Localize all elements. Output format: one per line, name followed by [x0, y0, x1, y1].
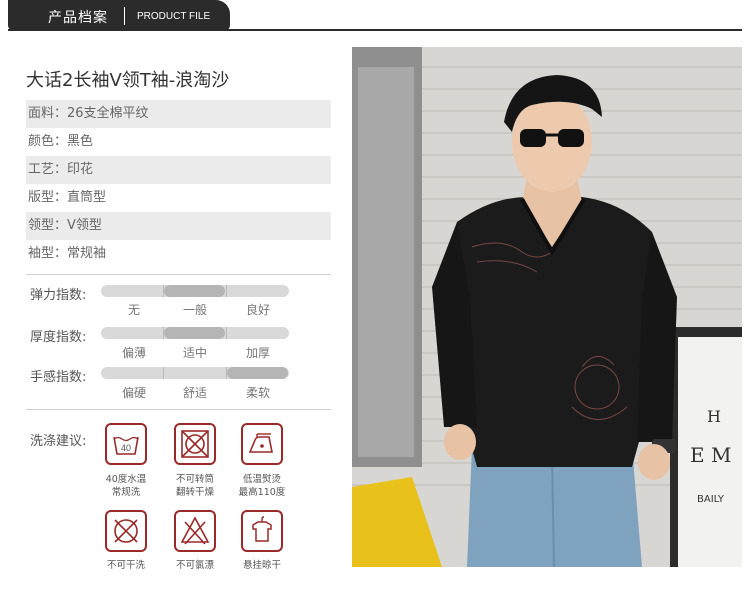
- spec-sleeve: 袖型：常规袖: [28, 246, 107, 261]
- scale-tick: [226, 327, 227, 339]
- texture-label: 手感指数:: [30, 370, 87, 385]
- section-title: 产品档案: [48, 10, 108, 26]
- scale-tick: [226, 285, 227, 297]
- caption-line: 悬挂晾干: [242, 560, 281, 571]
- caption-line: 翻转干燥: [175, 487, 214, 498]
- iron-low-icon: [241, 423, 283, 465]
- caption-line: 不可转筒: [175, 474, 214, 485]
- elasticity-option-none: 无: [127, 303, 140, 317]
- section-subtitle: PRODUCT FILE: [137, 11, 211, 22]
- spec-fabric: 面料：26支全棉平纹: [26, 100, 331, 128]
- hang-dry-caption: 悬挂晾干: [227, 559, 297, 572]
- elasticity-option-good: 良好: [245, 303, 270, 317]
- spec-collar: 领型：V领型: [26, 212, 331, 240]
- model-illustration: H E M BAILY: [352, 47, 742, 567]
- thickness-option-thick: 加厚: [245, 346, 270, 360]
- elasticity-scale: [101, 285, 289, 297]
- caption-line: 40度水温: [105, 474, 147, 485]
- caption-line: 不可氯漂: [175, 560, 214, 571]
- spec-craft: 工艺：印花: [26, 156, 331, 184]
- wash-temp-number: 40: [121, 443, 131, 453]
- header-separator: [124, 7, 125, 25]
- spec-color: 颜色：黑色: [28, 134, 94, 149]
- elasticity-label: 弹力指数:: [30, 288, 87, 303]
- divider-bottom: [26, 409, 331, 410]
- caption-line: 不可干洗: [106, 560, 145, 571]
- texture-option-soft: 柔软: [245, 386, 270, 400]
- thickness-scale: [101, 327, 289, 339]
- scale-tick: [163, 367, 164, 379]
- wash-40-caption: 40度水温 常规洗: [91, 473, 161, 499]
- sign-text: E M: [690, 443, 731, 467]
- iron-low-caption: 低温熨烫 最高110度: [227, 473, 297, 499]
- sign-text: BAILY: [697, 494, 725, 505]
- caption-line: 最高110度: [238, 487, 286, 498]
- divider-top: [26, 274, 331, 275]
- thickness-option-thin: 偏薄: [121, 346, 146, 360]
- spec-fit: 版型：直筒型: [28, 190, 107, 205]
- thickness-label: 厚度指数:: [30, 330, 87, 345]
- elasticity-option-normal: 一般: [182, 303, 207, 317]
- section-header: 产品档案 PRODUCT FILE: [8, 0, 230, 31]
- texture-option-hard: 偏硬: [121, 386, 146, 400]
- elasticity-indicator: [164, 285, 225, 297]
- texture-scale: [101, 367, 289, 379]
- no-dry-clean-caption: 不可干洗: [91, 559, 161, 572]
- caption-line: 低温熨烫: [242, 474, 281, 485]
- wash-40-icon: 40: [105, 423, 147, 465]
- texture-indicator: [227, 367, 288, 379]
- spec-list: 面料：26支全棉平纹 颜色：黑色 工艺：印花 版型：直筒型 领型：V领型 袖型：…: [26, 100, 331, 268]
- sign-text: H: [707, 407, 721, 426]
- thickness-option-medium: 适中: [182, 346, 207, 360]
- thickness-indicator: [164, 327, 225, 339]
- hang-dry-icon: [241, 510, 283, 552]
- no-bleach-caption: 不可氯漂: [160, 559, 230, 572]
- no-tumble-dry-caption: 不可转筒 翻转干燥: [160, 473, 230, 499]
- scale-tick: [163, 327, 164, 339]
- caption-line: 常规洗: [111, 487, 141, 498]
- no-dry-clean-icon: [105, 510, 147, 552]
- no-tumble-dry-icon: [174, 423, 216, 465]
- scale-tick: [226, 367, 227, 379]
- wash-label: 洗涤建议:: [30, 434, 87, 449]
- texture-option-comfortable: 舒适: [182, 386, 207, 400]
- product-photo: H E M BAILY: [352, 47, 742, 567]
- scale-tick: [163, 285, 164, 297]
- product-title: 大话2长袖V领T袖-浪淘沙: [26, 70, 230, 91]
- no-bleach-icon: [174, 510, 216, 552]
